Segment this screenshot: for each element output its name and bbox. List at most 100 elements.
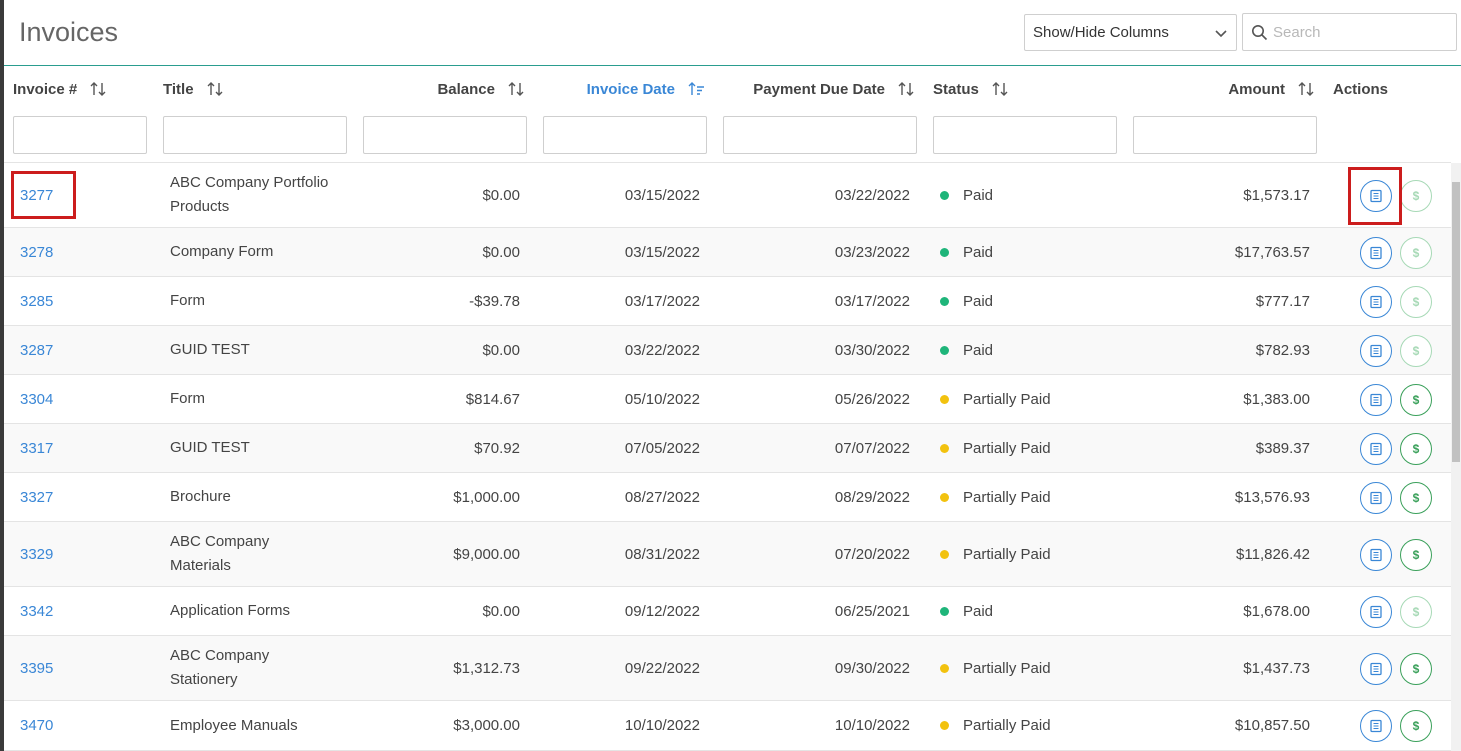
- search-box[interactable]: [1242, 13, 1457, 51]
- title-text: Application Forms: [170, 599, 290, 623]
- table-row: 3342 Application Forms $0.00 09/12/2022 06/2…: [4, 587, 1451, 636]
- amount-cell: $17,763.57: [1234, 243, 1310, 261]
- filter-status[interactable]: [933, 116, 1117, 154]
- invoice-link[interactable]: 3395: [20, 660, 53, 677]
- due-date-cell: 06/25/2021: [834, 602, 910, 620]
- invoice-link[interactable]: 3470: [20, 717, 53, 734]
- view-invoice-button[interactable]: [1360, 710, 1392, 742]
- invoice-link[interactable]: 3342: [20, 603, 53, 620]
- show-hide-columns-label: Show/Hide Columns: [1033, 24, 1169, 41]
- sort-icon[interactable]: [991, 80, 1009, 98]
- due-date-cell: 10/10/2022: [834, 717, 910, 734]
- dollar-icon: $: [1412, 344, 1420, 358]
- column-header-amount[interactable]: Amount: [1133, 78, 1315, 100]
- balance-cell: $1,000.00: [453, 488, 520, 506]
- show-hide-columns-select[interactable]: Show/Hide Columns: [1024, 14, 1237, 51]
- title-text: Form: [170, 289, 205, 313]
- title-cell: ABC Company Portfolio Products: [170, 163, 360, 227]
- table-row: 3287 GUID TEST $0.00 03/22/2022 03/30/2022 Pa…: [4, 326, 1451, 375]
- invoice-cell: 3327: [20, 473, 140, 521]
- document-icon: [1369, 491, 1383, 505]
- title-line: Products: [170, 198, 230, 215]
- status-dot-icon: [940, 606, 949, 616]
- sort-icon[interactable]: [89, 80, 107, 98]
- filter-title[interactable]: [163, 116, 347, 154]
- invoice-link[interactable]: 3278: [20, 244, 53, 261]
- column-header-status[interactable]: Status: [933, 78, 1083, 100]
- scrollbar-thumb[interactable]: [1452, 182, 1460, 462]
- invoice-date-cell: 08/31/2022: [624, 545, 700, 563]
- title-text: GUID TEST: [170, 338, 250, 362]
- title-cell: ABC Company Materials: [170, 522, 360, 586]
- sort-ascending-icon[interactable]: [687, 80, 705, 98]
- dollar-icon: $: [1412, 662, 1420, 676]
- document-icon: [1369, 295, 1383, 309]
- invoice-link[interactable]: 3317: [20, 440, 53, 457]
- filter-due-date[interactable]: [723, 116, 917, 154]
- sort-icon[interactable]: [897, 80, 915, 98]
- view-invoice-button[interactable]: [1360, 482, 1392, 514]
- status-label: Paid: [963, 186, 994, 204]
- pay-invoice-button[interactable]: $: [1400, 335, 1432, 367]
- view-invoice-button[interactable]: [1360, 335, 1392, 367]
- title-cell: GUID TEST: [170, 424, 360, 472]
- invoice-link[interactable]: 3327: [20, 489, 53, 506]
- title-line: Company Form: [170, 243, 274, 260]
- status-cell: Partially Paid: [940, 701, 1120, 750]
- pay-invoice-button[interactable]: $: [1400, 539, 1432, 571]
- pay-invoice-button[interactable]: $: [1400, 286, 1432, 318]
- sort-icon[interactable]: [1297, 80, 1315, 98]
- status-cell: Partially Paid: [940, 473, 1120, 521]
- pay-invoice-button[interactable]: $: [1400, 384, 1432, 416]
- title-text: Company Form: [170, 240, 273, 264]
- amount-cell: $11,826.42: [1236, 545, 1310, 563]
- filter-balance[interactable]: [363, 116, 527, 154]
- title-cell: Application Forms: [170, 587, 360, 635]
- title-line: ABC Company Portfolio: [170, 174, 329, 191]
- title-line: Brochure: [170, 488, 231, 505]
- pay-invoice-button[interactable]: $: [1400, 180, 1432, 212]
- table-row: 3327 Brochure $1,000.00 08/27/2022 08/29/202…: [4, 473, 1451, 522]
- filter-invoice-date[interactable]: [543, 116, 707, 154]
- dollar-icon: $: [1412, 719, 1420, 733]
- sort-icon[interactable]: [206, 80, 224, 98]
- filter-invoice[interactable]: [13, 116, 147, 154]
- title-cell: Company Form: [170, 228, 360, 276]
- column-header-due-date[interactable]: Payment Due Date: [723, 78, 915, 100]
- balance-cell: $1,312.73: [453, 659, 520, 677]
- column-header-invoice[interactable]: Invoice #: [13, 78, 123, 100]
- status-cell: Paid: [940, 326, 1120, 374]
- invoice-link[interactable]: 3304: [20, 391, 53, 408]
- pay-invoice-button[interactable]: $: [1400, 653, 1432, 685]
- column-header-title[interactable]: Title: [163, 78, 283, 100]
- invoice-link[interactable]: 3287: [20, 342, 53, 359]
- document-icon: [1369, 344, 1383, 358]
- view-invoice-button[interactable]: [1360, 286, 1392, 318]
- column-header-balance[interactable]: Balance: [363, 78, 525, 100]
- view-invoice-button[interactable]: [1360, 237, 1392, 269]
- view-invoice-button[interactable]: [1360, 384, 1392, 416]
- view-invoice-button[interactable]: [1360, 539, 1392, 571]
- dollar-icon: $: [1412, 246, 1420, 260]
- view-invoice-button[interactable]: [1360, 433, 1392, 465]
- view-invoice-button[interactable]: [1360, 596, 1392, 628]
- view-invoice-button[interactable]: [1360, 653, 1392, 685]
- invoice-cell: 3395: [20, 636, 140, 700]
- invoice-link[interactable]: 3329: [20, 546, 53, 563]
- pay-invoice-button[interactable]: $: [1400, 237, 1432, 269]
- invoice-date-cell: 10/10/2022: [624, 717, 700, 734]
- pay-invoice-button[interactable]: $: [1400, 596, 1432, 628]
- invoice-date-cell: 03/17/2022: [624, 292, 700, 310]
- invoice-link[interactable]: 3285: [20, 293, 53, 310]
- pay-invoice-button[interactable]: $: [1400, 710, 1432, 742]
- table-row: 3278 Company Form $0.00 03/15/2022 03/23/202…: [4, 228, 1451, 277]
- status-dot-icon: [940, 443, 949, 453]
- column-header-invoice-date[interactable]: Invoice Date: [543, 78, 705, 100]
- filter-amount[interactable]: [1133, 116, 1317, 154]
- sort-icon[interactable]: [507, 80, 525, 98]
- pay-invoice-button[interactable]: $: [1400, 482, 1432, 514]
- status-dot-icon: [940, 721, 949, 730]
- search-input[interactable]: [1273, 23, 1443, 41]
- invoice-cell: 3287: [20, 326, 140, 374]
- pay-invoice-button[interactable]: $: [1400, 433, 1432, 465]
